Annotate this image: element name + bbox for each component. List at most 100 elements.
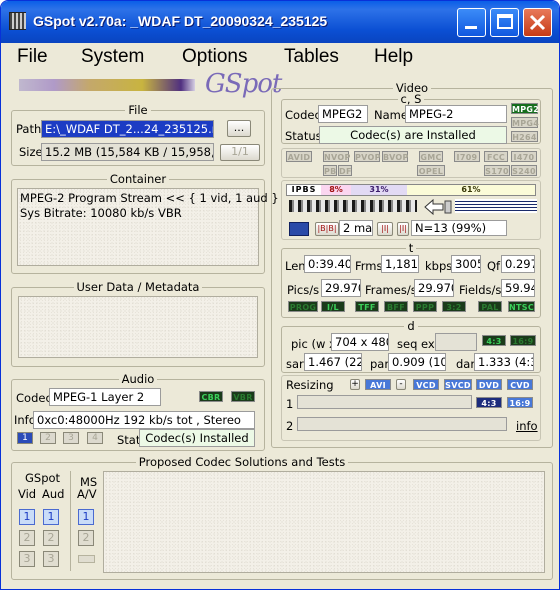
b-max-field: 2 max (339, 220, 373, 236)
audio-stream-2[interactable]: 2 (40, 432, 56, 444)
mpg2-indicator: MPG2 (511, 103, 540, 114)
vid-test-3-button[interactable]: 3 (19, 551, 35, 567)
menu-help[interactable]: Help (374, 46, 413, 68)
minimize-icon (465, 26, 477, 29)
info-link[interactable]: info (516, 419, 538, 433)
pct-b-label: 61% (407, 185, 535, 195)
close-icon (529, 14, 546, 31)
title-bar[interactable]: GSpot v2.70a: _WDAF DT_20090324_235125 (1, 1, 559, 43)
i-indicator-2: |I| (397, 222, 409, 236)
par-field: 0.909 (10:1 (388, 353, 446, 371)
dar-label: dar (456, 357, 476, 371)
menu-tables[interactable]: Tables (284, 46, 339, 68)
sar-field: 1.467 (22:1 (304, 353, 362, 371)
menu-system[interactable]: System (81, 46, 144, 68)
ms-test-2-button[interactable]: 2 (78, 530, 94, 546)
window-title: GSpot v2.70a: _WDAF DT_20090324_235125 (33, 13, 328, 29)
bb-indicator: |B|B| (315, 222, 339, 236)
video-codec-label: Codec (285, 108, 321, 122)
aud-test-1-button[interactable]: 1 (43, 509, 59, 525)
vbr-indicator: VBR (231, 391, 255, 402)
resize-ar-4-3-button[interactable]: 4:3 (476, 397, 502, 408)
menu-options[interactable]: Options (182, 46, 247, 68)
maximize-icon (497, 14, 513, 29)
df-indicator: DF (338, 165, 352, 176)
video-status-field: Codec(s) are Installed (319, 126, 507, 144)
app-icon (9, 12, 26, 30)
frames-field: 29.970 (414, 279, 454, 297)
path-field[interactable]: E:\_WDAF DT_2...24_235125.mpg (41, 120, 214, 138)
kbps-field: 3005 (451, 255, 481, 273)
pb-indicator: PB (323, 165, 337, 176)
gop-pattern (289, 200, 417, 212)
vs-icon (289, 222, 309, 236)
resize-vcd-button[interactable]: VCD (413, 379, 439, 390)
size-label: Size (19, 145, 43, 159)
resize-row-2-label: 2 (286, 419, 294, 433)
vid-column-label: Vid (18, 487, 37, 501)
h264-indicator: H264 (511, 131, 538, 142)
pics-field: 29.970 (321, 279, 361, 297)
seqext-label: seq ext (397, 337, 440, 351)
frms-field: 1,181 (381, 255, 419, 273)
container-line-2: Sys Bitrate: 10080 kb/s VBR (20, 206, 182, 220)
pct-p-label: 31% (351, 185, 407, 195)
resize-ar-16-9-button[interactable]: 16:9 (507, 397, 533, 408)
cbr-indicator: CBR (199, 391, 223, 402)
userdata-box (18, 296, 258, 358)
fields-label: Fields/s (459, 283, 502, 297)
s170-indicator: S170 (484, 165, 510, 176)
pic-field: 704 x 480 (331, 333, 389, 351)
kbps-label: kbps (425, 259, 453, 273)
resizing-label: Resizing (286, 378, 334, 392)
audio-stream-3[interactable]: 3 (63, 432, 79, 444)
aud-test-2-button[interactable]: 2 (43, 530, 59, 546)
gspot-logo: GSpot (205, 69, 282, 99)
ms-test-1-button[interactable]: 1 (78, 509, 94, 525)
video-name-label: Name (374, 108, 408, 122)
resize-minus-button[interactable]: - (396, 379, 406, 390)
par-label: par (370, 357, 390, 371)
minimize-button[interactable] (457, 8, 486, 37)
video-codec-field: MPEG2 (318, 105, 368, 123)
gop-graph (455, 199, 537, 213)
ms-test-3-placeholder (78, 555, 95, 563)
codec-subgroup-title: c, S (397, 92, 425, 106)
menu-file[interactable]: File (17, 46, 48, 68)
nvop-indicator: NVOP (323, 151, 351, 162)
vid-test-1-button[interactable]: 1 (19, 509, 35, 525)
close-button[interactable] (523, 8, 552, 37)
resize-svcd-button[interactable]: SVCD (444, 379, 472, 390)
app-window: GSpot v2.70a: _WDAF DT_20090324_235125 F… (0, 0, 560, 590)
audio-stream-1[interactable]: 1 (17, 432, 33, 444)
frms-label: Frms (355, 259, 383, 273)
container-info-box: MPEG-2 Program Stream << { 1 vid, 1 aud … (17, 188, 279, 266)
column-divider (70, 471, 71, 571)
pics-label: Pics/s (287, 283, 320, 297)
s240-indicator: S240 (511, 165, 537, 176)
size-field: 15.2 MB (15,584 KB / 15,958,016 b (41, 143, 214, 161)
browse-button[interactable]: ... (227, 120, 251, 137)
gop-arrow-icon (423, 198, 453, 216)
avid-indicator: AVID (286, 151, 312, 162)
resize-plus-button[interactable]: + (350, 379, 360, 390)
resize-cvd-button[interactable]: CVD (507, 379, 533, 390)
resize-avi-button[interactable]: AVI (365, 379, 391, 390)
audio-stat-field: Codec(s) Installed (139, 429, 255, 447)
audio-stream-4[interactable]: 4 (87, 432, 103, 444)
pal-indicator: PAL (478, 301, 502, 312)
audio-info-field: 0xc0:48000Hz 192 kb/s tot , Stereo (33, 411, 255, 429)
fields-field: 59.94 (501, 279, 535, 297)
maximize-button[interactable] (490, 8, 519, 37)
len-field: 0:39.406 (304, 255, 351, 273)
sar-label: sar (286, 357, 304, 371)
gspot-column-label: GSpot (25, 471, 61, 485)
vid-test-2-button[interactable]: 2 (19, 530, 35, 546)
prog-indicator: PROG (288, 301, 318, 312)
part-indicator: 1/1 (220, 144, 260, 161)
header-gradient-bar (19, 79, 195, 91)
audio-codec-label: Codec (16, 391, 52, 405)
aud-test-3-button[interactable]: 3 (43, 551, 59, 567)
resize-dvd-button[interactable]: DVD (476, 379, 502, 390)
proposed-solutions-box (103, 471, 545, 573)
